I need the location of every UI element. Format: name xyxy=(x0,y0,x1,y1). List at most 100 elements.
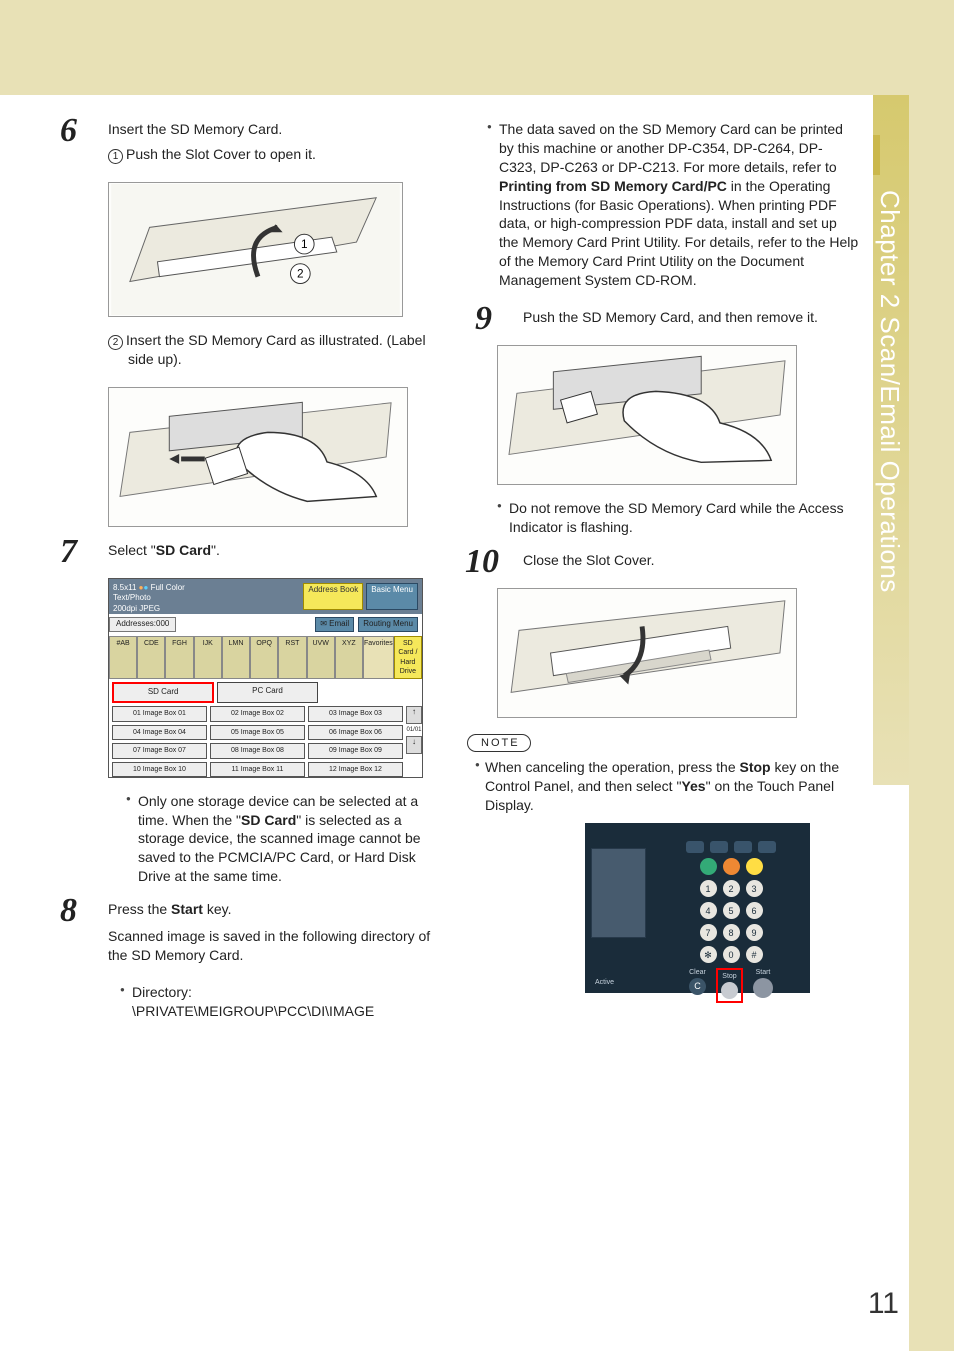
t: Email xyxy=(329,619,349,628)
lcd-image-box[interactable]: 02 Image Box 02 xyxy=(210,706,305,721)
figure-insert-card xyxy=(108,387,408,527)
left-column: 6 Insert the SD Memory Card. 1Push the S… xyxy=(60,120,445,1035)
keypad-9[interactable]: 9 xyxy=(746,924,763,941)
lcd-image-box[interactable]: 01 Image Box 01 xyxy=(112,706,207,721)
panel-fn-btn[interactable] xyxy=(686,841,704,853)
keypad-7[interactable]: 7 xyxy=(700,924,717,941)
keypad-2[interactable]: 2 xyxy=(723,880,740,897)
t-bold: SD Card xyxy=(241,812,296,828)
step-9-bullet: Do not remove the SD Memory Card while t… xyxy=(497,499,860,537)
start-button[interactable] xyxy=(753,978,773,998)
note-section: NOTE When canceling the operation, press… xyxy=(475,732,860,816)
step-number: 10 xyxy=(465,539,499,585)
keypad-3[interactable]: 3 xyxy=(746,880,763,897)
stop-button[interactable] xyxy=(721,982,738,999)
lcd-image-box[interactable]: 03 Image Box 03 xyxy=(308,706,403,721)
panel-touchscreen[interactable] xyxy=(591,848,646,938)
substep-1-text: Push the Slot Cover to open it. xyxy=(126,146,316,162)
step-8-dir-bullet: Directory: \PRIVATE\MEIGROUP\PCC\DI\IMAG… xyxy=(120,983,445,1021)
stop-label: Stop xyxy=(722,972,736,981)
scroll-down-icon[interactable]: ↓ xyxy=(406,736,422,754)
scroll-up-icon[interactable]: ↑ xyxy=(406,706,422,724)
keypad-0[interactable]: 0 xyxy=(723,946,740,963)
lcd-image-box[interactable]: 06 Image Box 06 xyxy=(308,725,403,740)
lcd-image-box[interactable]: 10 Image Box 10 xyxy=(112,762,207,777)
lcd-tab[interactable]: IJK xyxy=(194,636,222,680)
step-8-title: Press the Start key. xyxy=(108,900,445,919)
step-8: 8 Press the Start key. Scanned image is … xyxy=(60,900,445,965)
lcd-tab-sd-hdd[interactable]: SD Card / Hard Drive xyxy=(394,636,422,680)
keypad-6[interactable]: 6 xyxy=(746,902,763,919)
lcd-tab[interactable]: LMN xyxy=(222,636,250,680)
lcd-res: 200dpi JPEG xyxy=(113,604,160,613)
active-label: Active xyxy=(595,978,614,987)
top-band xyxy=(0,0,954,95)
t-bold: Stop xyxy=(740,759,771,775)
lcd-basic-menu-btn[interactable]: Basic Menu xyxy=(366,583,418,610)
step-9-title: Push the SD Memory Card, and then remove… xyxy=(523,308,860,327)
step-number: 6 xyxy=(60,108,77,154)
figure-control-panel: 123 456 789 ✻ 0 # Clear C Stop xyxy=(585,823,810,993)
keypad-4[interactable]: 4 xyxy=(700,902,717,919)
lcd-tab[interactable]: CDE xyxy=(137,636,165,680)
step-number: 7 xyxy=(60,529,77,575)
step-7-notes: Only one storage device can be selected … xyxy=(60,792,445,886)
panel-led xyxy=(700,858,717,875)
lcd-pc-card-btn[interactable]: PC Card xyxy=(217,682,317,703)
lcd-addresses: Addresses:000 xyxy=(109,617,176,632)
t: Press the xyxy=(108,901,171,917)
keypad-1[interactable]: 1 xyxy=(700,880,717,897)
lcd-image-box[interactable]: 11 Image Box 11 xyxy=(210,762,305,777)
lcd-routing-menu-btn[interactable]: Routing Menu xyxy=(358,617,418,632)
lcd-top-buttons: Address Book Basic Menu xyxy=(299,579,422,614)
chapter-label: Chapter 2 Scan/Email Operations xyxy=(877,190,905,593)
lcd-sd-card-btn[interactable]: SD Card xyxy=(112,682,214,703)
lcd-tab[interactable]: #AB xyxy=(109,636,137,680)
step-8-body: Scanned image is saved in the following … xyxy=(108,927,445,965)
lcd-paper: 8.5x11 xyxy=(113,583,136,592)
step-number: 8 xyxy=(60,888,77,934)
keypad-5[interactable]: 5 xyxy=(723,902,740,919)
lcd-tab[interactable]: OPQ xyxy=(250,636,278,680)
step-6: 6 Insert the SD Memory Card. 1Push the S… xyxy=(60,120,445,164)
lcd-tab[interactable]: XYZ xyxy=(335,636,363,680)
panel-fn-btn[interactable] xyxy=(758,841,776,853)
lcd-address-book-btn[interactable]: Address Book xyxy=(303,583,363,610)
lcd-statusbar: 8.5x11 ●● Full Color Text/Photo 200dpi J… xyxy=(109,579,422,614)
panel-keypad: 123 456 789 ✻ 0 # Clear C Stop xyxy=(652,823,810,993)
lcd-tab[interactable]: RST xyxy=(278,636,306,680)
keypad-star[interactable]: ✻ xyxy=(700,946,717,963)
lcd-tab[interactable]: FGH xyxy=(165,636,193,680)
lcd-image-box[interactable]: 08 Image Box 08 xyxy=(210,743,305,758)
lcd-tab-favorites[interactable]: Favorites xyxy=(363,636,394,680)
lcd-tab[interactable]: UVW xyxy=(307,636,335,680)
lcd-image-box[interactable]: 09 Image Box 09 xyxy=(308,743,403,758)
right-column: The data saved on the SD Memory Card can… xyxy=(475,120,860,1035)
right-band xyxy=(909,95,954,1351)
step-6-sub2: 2Insert the SD Memory Card as illustrate… xyxy=(108,331,445,369)
svg-text:2: 2 xyxy=(297,266,304,280)
step-8-dir: Directory: \PRIVATE\MEIGROUP\PCC\DI\IMAG… xyxy=(60,983,445,1021)
t: When canceling the operation, press the xyxy=(485,759,740,775)
panel-fn-btn[interactable] xyxy=(734,841,752,853)
panel-fn-btn[interactable] xyxy=(710,841,728,853)
chapter-tab: Chapter 2 Scan/Email Operations xyxy=(873,95,909,785)
content: 6 Insert the SD Memory Card. 1Push the S… xyxy=(60,120,860,1035)
clear-button[interactable]: C xyxy=(689,978,706,995)
lcd-image-box[interactable]: 04 Image Box 04 xyxy=(112,725,207,740)
step-number: 9 xyxy=(475,296,492,342)
lcd-image-box[interactable]: 05 Image Box 05 xyxy=(210,725,305,740)
figure-slot-cover: 1 2 xyxy=(108,182,403,317)
clear-label: Clear xyxy=(689,968,706,977)
lcd-image-box[interactable]: 12 Image Box 12 xyxy=(308,762,403,777)
t: The data saved on the SD Memory Card can… xyxy=(499,121,843,175)
lcd-image-box[interactable]: 07 Image Box 07 xyxy=(112,743,207,758)
t-bold: SD Card xyxy=(156,542,211,558)
keypad-8[interactable]: 8 xyxy=(723,924,740,941)
step-9: 9 Push the SD Memory Card, and then remo… xyxy=(475,308,860,327)
tab-accent xyxy=(873,135,880,175)
lcd-email-btn[interactable]: ✉ Email xyxy=(315,617,354,632)
step-9-notes: Do not remove the SD Memory Card while t… xyxy=(475,499,860,537)
keypad-hash[interactable]: # xyxy=(746,946,763,963)
scroll-indicator: 01/01 xyxy=(406,726,422,734)
